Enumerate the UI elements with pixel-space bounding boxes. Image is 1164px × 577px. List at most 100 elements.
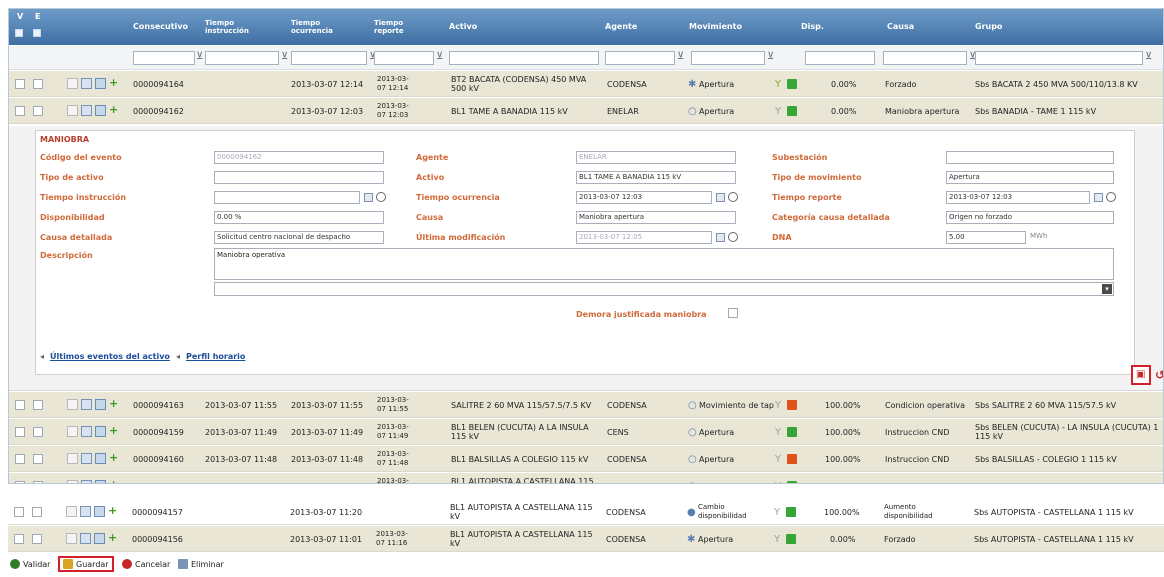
header-select-all-e[interactable]	[33, 29, 41, 37]
demora-checkbox[interactable]	[728, 308, 738, 318]
clock-icon[interactable]	[728, 192, 738, 202]
table-row-selected[interactable]: + 0000094162 2013-03-07 12:03 2013-03-07…	[9, 98, 1163, 124]
edit-icon[interactable]	[66, 533, 77, 544]
row-check-v[interactable]	[15, 427, 25, 437]
edit-icon[interactable]	[67, 399, 78, 410]
row-check-v[interactable]	[14, 534, 24, 544]
filter-icon[interactable]: ⊻	[436, 51, 443, 62]
calendar-icon[interactable]	[364, 193, 373, 202]
filter-agente[interactable]	[605, 51, 675, 65]
filter-instruccion[interactable]	[205, 51, 279, 65]
clock-icon[interactable]	[1106, 192, 1116, 202]
row-cancel-icon[interactable]: ↺	[1155, 368, 1163, 382]
row-save-button[interactable]: ▣	[1131, 365, 1151, 385]
row-check-v[interactable]	[15, 400, 25, 410]
disponibilidad-field[interactable]: 0.00 %	[214, 211, 384, 224]
row-check-v[interactable]	[15, 79, 25, 89]
calendar-icon[interactable]	[716, 233, 725, 242]
ultimos-eventos-link[interactable]: Últimos eventos del activo	[50, 352, 170, 361]
categoria-field[interactable]: Origen no forzado	[946, 211, 1114, 224]
agente-field[interactable]: ENELAR	[576, 151, 736, 164]
header-select-all-v[interactable]	[15, 29, 23, 37]
row-check-v[interactable]	[15, 106, 25, 116]
tipo-activo-field[interactable]	[214, 171, 384, 184]
edit-icon[interactable]	[67, 480, 78, 483]
document-icon[interactable]	[94, 533, 105, 544]
header-tiempo-instruccion[interactable]: Tiempo instrucción	[205, 9, 279, 45]
table-row[interactable]: + 0000094160 2013-03-07 11:48 2013-03-07…	[9, 446, 1163, 472]
causa-field[interactable]: Maniobra apertura	[576, 211, 736, 224]
plus-icon[interactable]: +	[109, 425, 120, 437]
row-check-e[interactable]	[33, 454, 43, 464]
row-check-v[interactable]	[15, 454, 25, 464]
filter-icon[interactable]: ⊻	[767, 51, 774, 62]
edit-icon[interactable]	[67, 78, 78, 89]
perfil-horario-link[interactable]: Perfil horario	[186, 352, 245, 361]
mail-icon[interactable]	[81, 480, 92, 483]
calendar-icon[interactable]	[716, 193, 725, 202]
edit-icon[interactable]	[67, 453, 78, 464]
plus-icon[interactable]: +	[109, 398, 120, 410]
plus-icon[interactable]: +	[109, 104, 120, 116]
document-icon[interactable]	[95, 78, 106, 89]
filter-disp[interactable]	[805, 51, 875, 65]
activo-field[interactable]: BL1 TAME A BANADIA 115 kV	[576, 171, 736, 184]
row-check-e[interactable]	[33, 106, 43, 116]
header-activo[interactable]: Activo	[449, 9, 529, 45]
edit-icon[interactable]	[66, 506, 77, 517]
table-row[interactable]: + 0000094163 2013-03-07 11:55 2013-03-07…	[9, 392, 1163, 418]
mail-icon[interactable]	[81, 426, 92, 437]
cancelar-button[interactable]: Cancelar	[122, 556, 170, 572]
codigo-field[interactable]: 0000094162	[214, 151, 384, 164]
header-agente[interactable]: Agente	[605, 9, 665, 45]
row-check-e[interactable]	[32, 507, 42, 517]
filter-consecutivo[interactable]	[133, 51, 195, 65]
header-grupo[interactable]: Grupo	[975, 9, 1015, 45]
filter-icon[interactable]: ⊻	[1145, 51, 1152, 62]
eliminar-button[interactable]: Eliminar	[178, 556, 224, 572]
row-check-v[interactable]	[14, 507, 24, 517]
table-row[interactable]: + 0000094159 2013-03-07 11:49 2013-03-07…	[9, 419, 1163, 445]
table-row[interactable]: + 0000094157 2013-03-07 11:20 BL1 AUTOPI…	[8, 499, 1164, 525]
table-row[interactable]: + 0000094158 2013-03-07 11:20 2013-03-07…	[9, 473, 1163, 483]
header-tiempo-reporte[interactable]: Tiempo reporte	[374, 9, 434, 45]
plus-icon[interactable]: +	[109, 77, 120, 89]
causa-detallada-field[interactable]: Solicitud centro nacional de despacho	[214, 231, 384, 244]
filter-icon[interactable]: ⊻	[281, 51, 288, 62]
document-icon[interactable]	[95, 426, 106, 437]
edit-icon[interactable]	[67, 105, 78, 116]
clock-icon[interactable]	[728, 232, 738, 242]
mail-icon[interactable]	[81, 78, 92, 89]
plus-icon[interactable]: +	[109, 479, 120, 483]
row-check-e[interactable]	[33, 427, 43, 437]
tiempo-instruccion-field[interactable]	[214, 191, 360, 204]
filter-grupo[interactable]	[975, 51, 1143, 65]
mail-icon[interactable]	[81, 399, 92, 410]
clock-icon[interactable]	[376, 192, 386, 202]
header-consecutivo[interactable]: Consecutivo	[133, 9, 203, 45]
dna-field[interactable]: 5.00	[946, 231, 1026, 244]
filter-causa[interactable]	[883, 51, 967, 65]
document-icon[interactable]	[95, 480, 106, 483]
chevron-down-icon[interactable]: ▾	[1102, 284, 1112, 294]
plus-icon[interactable]: +	[108, 532, 119, 544]
filter-activo[interactable]	[449, 51, 599, 65]
descripcion-select[interactable]: ▾	[214, 282, 1114, 296]
header-causa[interactable]: Causa	[887, 9, 927, 45]
row-check-e[interactable]	[33, 79, 43, 89]
tipo-movimiento-field[interactable]: Apertura	[946, 171, 1114, 184]
tiempo-reporte-field[interactable]: 2013-03-07 12:03	[946, 191, 1090, 204]
row-check-v[interactable]	[15, 481, 25, 483]
row-check-e[interactable]	[33, 481, 43, 483]
guardar-button[interactable]: Guardar	[58, 556, 114, 572]
tiempo-ocurrencia-field[interactable]: 2013-03-07 12:03	[576, 191, 712, 204]
mail-icon[interactable]	[80, 506, 91, 517]
ultima-modificacion-field[interactable]: 2013-03-07 12:05	[576, 231, 712, 244]
filter-ocurrencia[interactable]	[291, 51, 367, 65]
filter-icon[interactable]: ⊻	[196, 51, 203, 62]
mail-icon[interactable]	[80, 533, 91, 544]
document-icon[interactable]	[95, 453, 106, 464]
mail-icon[interactable]	[81, 105, 92, 116]
mail-icon[interactable]	[81, 453, 92, 464]
header-movimiento[interactable]: Movimiento	[689, 9, 779, 45]
